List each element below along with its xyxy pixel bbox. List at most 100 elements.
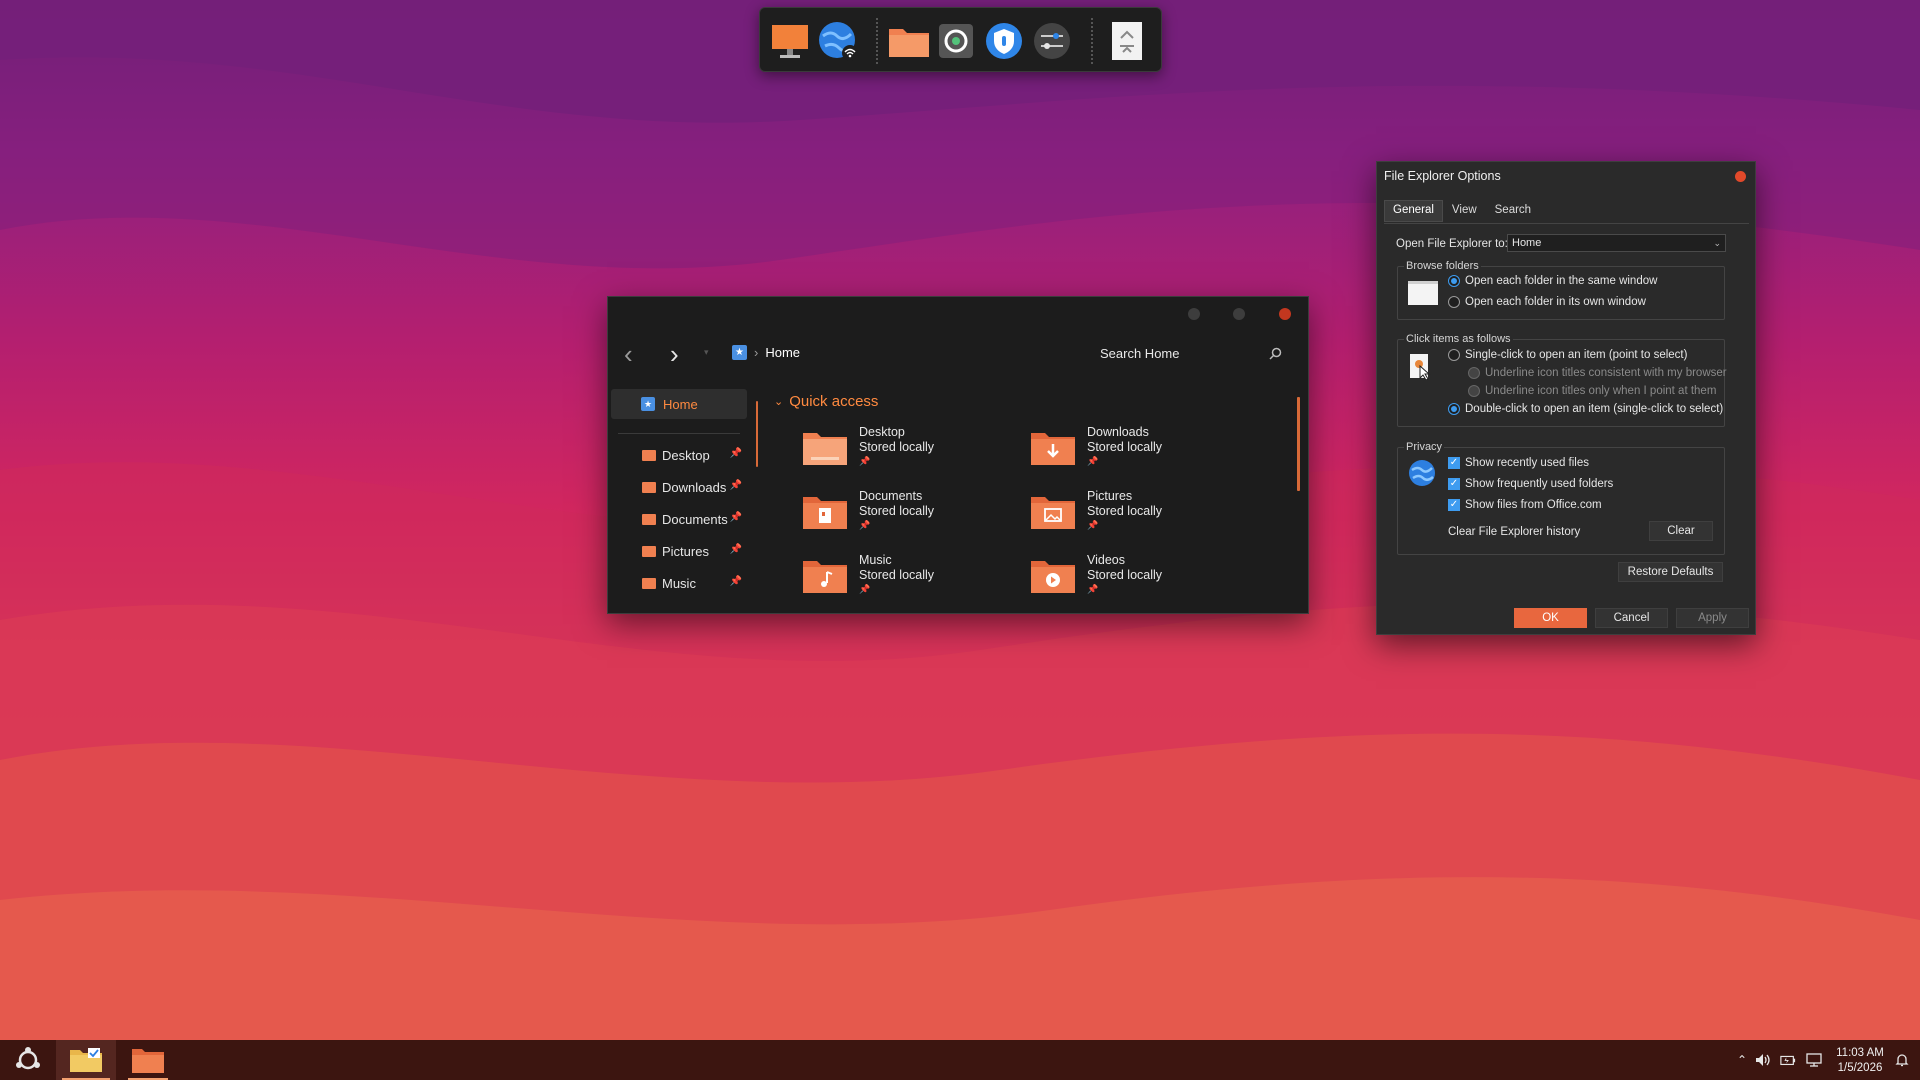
- system-clock[interactable]: 11:03 AM 1/5/2026: [1832, 1046, 1888, 1076]
- sidebar-divider: [618, 433, 740, 434]
- sidebar-item-pictures[interactable]: Pictures 📌: [642, 540, 742, 562]
- tab-search[interactable]: Search: [1486, 200, 1540, 222]
- this-pc-icon[interactable]: [768, 19, 812, 63]
- recycle-bin-icon[interactable]: [1105, 19, 1149, 63]
- quick-access-item-music[interactable]: Music Stored locally 📌: [803, 553, 1023, 603]
- security-shield-icon[interactable]: [982, 19, 1026, 63]
- sidebar-item-music[interactable]: Music 📌: [642, 572, 742, 594]
- battery-icon[interactable]: [1780, 1052, 1796, 1068]
- folder-icon: [642, 449, 656, 461]
- tile-status: Stored locally: [1087, 440, 1163, 454]
- underline-point-option: Underline icon titles only when I point …: [1468, 385, 1716, 397]
- show-frequent-folders-checkbox[interactable]: ✓ Show frequently used folders: [1448, 478, 1613, 490]
- option-label: Double-click to open an item (single-cli…: [1465, 403, 1724, 415]
- quick-access-item-videos[interactable]: Videos Stored locally 📌: [1031, 553, 1251, 603]
- pin-icon: 📌: [729, 576, 742, 587]
- forward-button[interactable]: ›: [670, 341, 679, 367]
- file-explorer-window: ‹ › ▾ ★ › Home Search Home ★ Home Deskto…: [607, 296, 1309, 614]
- dock-separator: [876, 18, 878, 64]
- tile-status: Stored locally: [859, 568, 935, 582]
- option-label: Show frequently used folders: [1465, 478, 1614, 490]
- tab-view[interactable]: View: [1443, 200, 1486, 222]
- start-logo-icon: [16, 1047, 40, 1070]
- maximize-button[interactable]: [1233, 308, 1245, 320]
- tile-status: Stored locally: [859, 440, 935, 454]
- recent-locations-chevron-icon[interactable]: ▾: [704, 347, 709, 358]
- vertical-scrollbar[interactable]: [1297, 397, 1300, 491]
- same-window-option[interactable]: Open each folder in the same window: [1448, 275, 1657, 287]
- own-window-option[interactable]: Open each folder in its own window: [1448, 296, 1646, 308]
- sidebar-item-downloads[interactable]: Downloads 📌: [642, 476, 742, 498]
- network-icon[interactable]: [816, 19, 860, 63]
- desktop-folder-icon: [803, 429, 847, 467]
- close-button[interactable]: [1735, 171, 1746, 182]
- sidebar-item-label: Documents: [662, 511, 728, 527]
- pin-icon: 📌: [729, 512, 742, 523]
- search-app-icon[interactable]: [934, 19, 978, 63]
- quick-access-item-documents[interactable]: Documents Stored locally 📌: [803, 489, 1023, 539]
- radio-button[interactable]: [1448, 403, 1460, 415]
- taskbar-file-explorer[interactable]: [56, 1040, 116, 1080]
- pictures-folder-icon: [1031, 493, 1075, 531]
- privacy-globe-icon: [1409, 460, 1435, 486]
- breadcrumb-home[interactable]: Home: [765, 345, 800, 360]
- option-label: Show files from Office.com: [1465, 499, 1602, 511]
- checkbox-checked-icon[interactable]: ✓: [1448, 457, 1460, 469]
- network-status-icon[interactable]: [1806, 1052, 1822, 1068]
- window-preview-icon: [1408, 281, 1438, 305]
- ok-button[interactable]: OK: [1514, 608, 1587, 628]
- breadcrumb[interactable]: ★ › Home: [732, 345, 800, 360]
- taskbar-folder[interactable]: [122, 1040, 174, 1080]
- search-icon: [1269, 347, 1282, 360]
- minimize-button[interactable]: [1188, 308, 1200, 320]
- radio-button[interactable]: [1448, 349, 1460, 361]
- folder-icon: [132, 1049, 164, 1073]
- downloads-folder-icon: [1031, 429, 1075, 467]
- back-button[interactable]: ‹: [624, 341, 633, 367]
- show-office-files-checkbox[interactable]: ✓ Show files from Office.com: [1448, 499, 1602, 511]
- notification-bell-icon[interactable]: [1894, 1052, 1910, 1068]
- chevron-up-icon[interactable]: ⌃: [1734, 1052, 1750, 1068]
- home-star-icon: ★: [732, 345, 747, 360]
- quick-access-item-downloads[interactable]: Downloads Stored locally 📌: [1031, 425, 1251, 475]
- volume-icon[interactable]: [1755, 1052, 1771, 1068]
- start-button[interactable]: [4, 1040, 52, 1080]
- open-to-select[interactable]: Home ⌄: [1507, 234, 1726, 252]
- cancel-button[interactable]: Cancel: [1595, 608, 1668, 628]
- tile-name: Downloads: [1087, 425, 1149, 439]
- search-input[interactable]: Search Home: [1088, 341, 1288, 365]
- folder-icon: [642, 577, 656, 589]
- radio-button[interactable]: [1448, 296, 1460, 308]
- quick-access-item-desktop[interactable]: Desktop Stored locally 📌: [803, 425, 1023, 475]
- group-title: Privacy: [1404, 441, 1445, 453]
- double-click-option[interactable]: Double-click to open an item (single-cli…: [1448, 403, 1723, 415]
- quick-access-header[interactable]: ⌄ Quick access: [774, 393, 878, 410]
- breadcrumb-separator-icon: ›: [754, 345, 759, 360]
- show-recent-files-checkbox[interactable]: ✓ Show recently used files: [1448, 457, 1589, 469]
- sidebar-item-desktop[interactable]: Desktop 📌: [642, 444, 742, 466]
- restore-defaults-button[interactable]: Restore Defaults: [1618, 562, 1723, 582]
- close-button[interactable]: [1279, 308, 1291, 320]
- clear-history-button[interactable]: Clear: [1649, 521, 1713, 541]
- folder-icon[interactable]: [887, 19, 931, 63]
- tab-general[interactable]: General: [1384, 200, 1443, 222]
- quick-access-item-pictures[interactable]: Pictures Stored locally 📌: [1031, 489, 1251, 539]
- folder-icon: [642, 481, 656, 493]
- pin-icon: 📌: [1087, 584, 1099, 594]
- underline-browser-option: Underline icon titles consistent with my…: [1468, 367, 1727, 379]
- checkbox-checked-icon[interactable]: ✓: [1448, 499, 1460, 511]
- single-click-option[interactable]: Single-click to open an item (point to s…: [1448, 349, 1687, 361]
- chevron-down-icon: ⌄: [1713, 237, 1721, 248]
- sidebar-item-home[interactable]: ★ Home: [611, 389, 747, 419]
- home-star-icon: ★: [641, 397, 655, 411]
- pane-resize-handle[interactable]: [756, 401, 758, 467]
- checkbox-checked-icon[interactable]: ✓: [1448, 478, 1460, 490]
- sidebar-item-documents[interactable]: Documents 📌: [642, 508, 742, 530]
- click-cursor-icon: [1410, 354, 1431, 380]
- settings-sliders-icon[interactable]: [1030, 19, 1074, 63]
- radio-button[interactable]: [1448, 275, 1460, 287]
- privacy-group: Privacy ✓ Show recently used files ✓ Sho…: [1397, 441, 1725, 555]
- pin-icon: 📌: [1087, 520, 1099, 530]
- tab-divider: [1384, 223, 1749, 224]
- sidebar-item-label: Desktop: [662, 447, 710, 463]
